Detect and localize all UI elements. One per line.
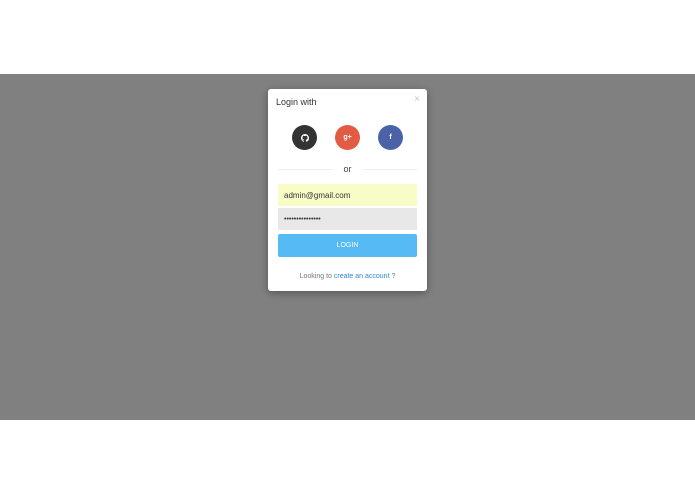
close-icon[interactable]: × — [414, 95, 420, 105]
social-login-group: g+ f — [268, 125, 427, 150]
facebook-icon: f — [389, 134, 392, 141]
or-divider: or — [278, 164, 417, 176]
password-field[interactable] — [278, 208, 417, 230]
github-icon — [300, 133, 309, 142]
page: Login with × g+ f or LOGIN Looking to c — [0, 0, 695, 494]
create-account-prompt: Looking to create an account ? — [268, 272, 427, 281]
login-modal: Login with × g+ f or LOGIN Looking to c — [268, 89, 427, 291]
create-account-link[interactable]: create an account — [334, 273, 390, 280]
footer-prefix: Looking to — [299, 273, 334, 280]
divider-text: or — [343, 164, 352, 174]
google-plus-icon: g+ — [343, 134, 352, 141]
footer-suffix: ? — [389, 273, 396, 280]
email-field[interactable] — [278, 184, 417, 206]
modal-title: Login with — [276, 97, 317, 107]
login-button[interactable]: LOGIN — [278, 234, 417, 257]
github-login-button[interactable] — [292, 125, 317, 150]
google-plus-login-button[interactable]: g+ — [335, 125, 360, 150]
facebook-login-button[interactable]: f — [378, 125, 403, 150]
